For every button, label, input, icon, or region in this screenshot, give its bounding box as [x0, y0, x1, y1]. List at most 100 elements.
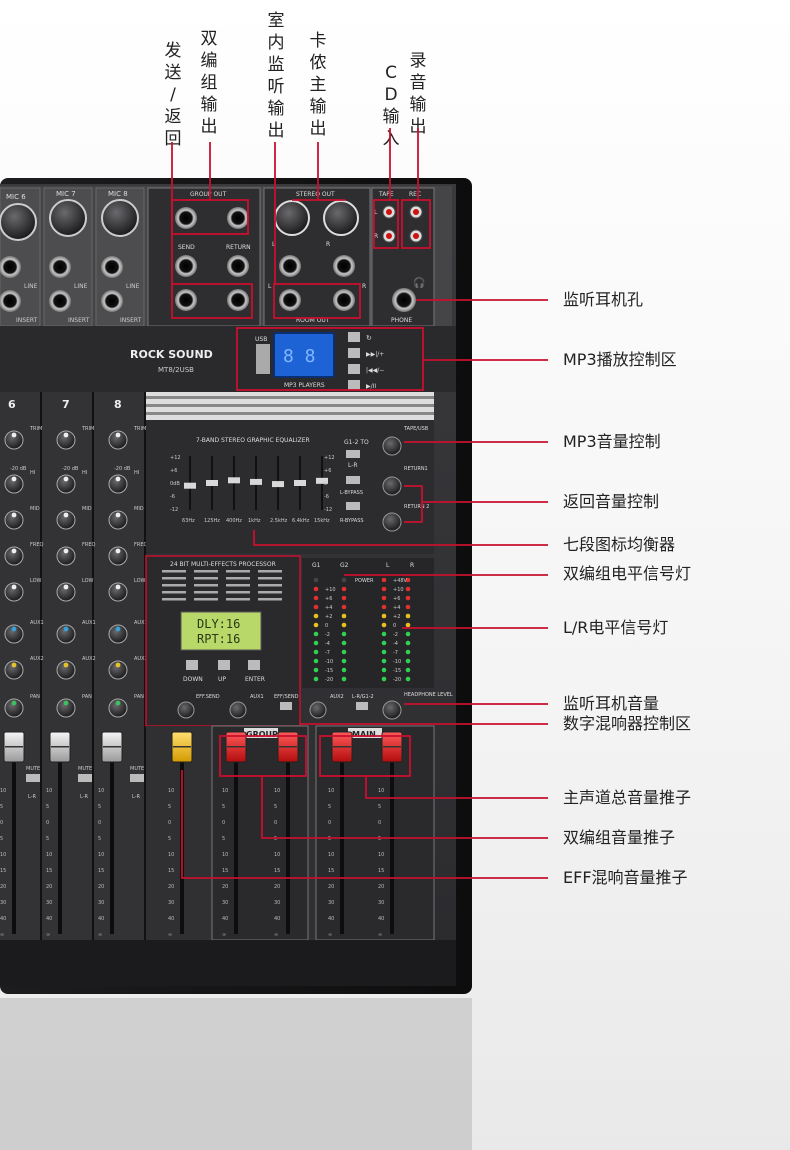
meter-led [313, 622, 319, 628]
fader-scale-label: 0 [98, 820, 101, 826]
fader-scale-label: ∞ [222, 932, 226, 938]
meter-led [381, 595, 387, 601]
group-out-label: GROUP OUT [190, 191, 227, 198]
eff-send-knob[interactable] [177, 701, 195, 719]
group-out-jack-2[interactable] [227, 207, 249, 229]
mp3-prev-button[interactable] [348, 364, 360, 374]
room-out-l[interactable] [279, 289, 301, 311]
stereo-out-l-xlr[interactable] [274, 200, 310, 236]
send-jack-1[interactable] [175, 255, 197, 277]
meter-led [341, 622, 347, 628]
room-jack-top-r[interactable] [333, 255, 355, 277]
fader-scale-label: 10 [222, 852, 228, 858]
headphone-level-label: HEADPHONE LEVEL [404, 692, 453, 698]
r-bypass-button[interactable] [346, 502, 360, 510]
channel-aux2-label: AUX2 [82, 656, 96, 662]
insert-label-2: INSERT [68, 317, 90, 324]
channel-7-mute-button[interactable] [78, 774, 92, 782]
mic8-label: MIC 8 [108, 190, 128, 198]
mic7-label: MIC 7 [56, 190, 76, 198]
eq-slider-125Hz[interactable] [206, 480, 218, 486]
channel-8-mute-button[interactable] [130, 774, 144, 782]
knob-indicator [63, 700, 69, 706]
dsp-effect-entry [162, 570, 186, 573]
main-label: MAIN [352, 730, 376, 739]
lr-g12-button[interactable] [356, 702, 368, 710]
fader-cap-line [51, 746, 69, 748]
fader-scale-label: 30 [168, 900, 174, 906]
eff-send-button[interactable] [280, 702, 292, 710]
return-jack-1[interactable] [227, 255, 249, 277]
room-out-r[interactable] [333, 289, 355, 311]
tape-usb-knob[interactable] [382, 436, 402, 456]
aux2-master-knob[interactable] [309, 701, 327, 719]
meter-level-label: +6 [393, 596, 400, 602]
lr-assign-label: L-R [28, 794, 37, 800]
fader-scale-label: 20 [98, 884, 104, 890]
g1-2-to-button[interactable] [346, 450, 360, 458]
headphone-level-knob[interactable] [382, 700, 402, 720]
fader-scale-label: 20 [328, 884, 334, 890]
eq-slider-2.5kHz[interactable] [272, 481, 284, 488]
eq-slider-63Hz[interactable] [184, 482, 196, 489]
stereo-out-r-xlr[interactable] [323, 200, 359, 236]
fader-scale-label: 10 [98, 852, 104, 858]
fader-scale-label: 5 [0, 804, 3, 810]
meter-led [313, 577, 319, 583]
stereo-out-label: STEREO OUT [296, 191, 335, 198]
meter-led [405, 640, 411, 646]
brand-name: ROCK SOUND [130, 348, 213, 361]
return2-knob[interactable] [382, 512, 402, 532]
meter-led [313, 604, 319, 610]
eq-slider-1kHz[interactable] [250, 478, 262, 485]
mp3-next-button[interactable] [348, 348, 360, 358]
send-jack-2[interactable] [175, 289, 197, 311]
meter-led [405, 622, 411, 628]
eq-freq-label: 6.4kHz [292, 518, 310, 524]
eq-slider-400Hz[interactable] [228, 477, 240, 484]
fader-scale-label: 40 [98, 916, 104, 922]
dsp-down-button[interactable] [186, 660, 198, 670]
dsp-effect-entry [258, 570, 282, 573]
eq-freq-label: 125Hz [204, 518, 220, 524]
fader-scale-label: 20 [222, 884, 228, 890]
meter-level-label-group: +10 [325, 587, 336, 593]
phone-jack[interactable] [392, 288, 416, 312]
channel-hi-label: HI [82, 470, 87, 476]
dsp-up-button[interactable] [218, 660, 230, 670]
fader-cap-line [5, 746, 23, 748]
channel-pan-label: PAN [30, 694, 40, 700]
fader-scale-label: 5 [98, 804, 101, 810]
channel-aux2-label: AUX2 [30, 656, 44, 662]
mp3-mode-button[interactable] [348, 332, 360, 342]
knob-indicator [11, 512, 17, 518]
meter-r-label: R [410, 562, 414, 569]
eq-title: 7-BAND STEREO GRAPHIC EQUALIZER [196, 437, 310, 444]
group-out-jack-1[interactable] [175, 207, 197, 229]
mp3-play-button[interactable] [348, 380, 360, 390]
room-jack-top-l[interactable] [279, 255, 301, 277]
trim-20db-label: -20 dB [114, 466, 131, 472]
eq-slider-6.4kHz[interactable] [294, 480, 306, 486]
dsp-enter-button[interactable] [248, 660, 260, 670]
channel-6-mute-button[interactable] [26, 774, 40, 782]
line-label-2: LINE [74, 283, 88, 290]
mic-xlr-jacks [0, 199, 139, 241]
return-jack-2[interactable] [227, 289, 249, 311]
channel-freq-label: FREQ [30, 542, 44, 548]
meter-level-label: -7 [393, 650, 398, 656]
meter-level-label-group: -10 [325, 659, 333, 665]
fader-scale-label: 20 [378, 884, 384, 890]
meter-level-label-group: +6 [325, 596, 332, 602]
l-bypass-button[interactable] [346, 476, 360, 484]
fader-track [390, 752, 394, 934]
meter-led [381, 577, 387, 583]
phone-label: PHONE [391, 317, 412, 324]
meter-led [381, 676, 387, 682]
return1-knob[interactable] [382, 476, 402, 496]
fader-scale-label: 15 [378, 868, 384, 874]
usb-port[interactable] [256, 344, 270, 374]
meter-led [341, 604, 347, 610]
aux1-master-knob[interactable] [229, 701, 247, 719]
meter-level-label-group: -2 [325, 632, 330, 638]
